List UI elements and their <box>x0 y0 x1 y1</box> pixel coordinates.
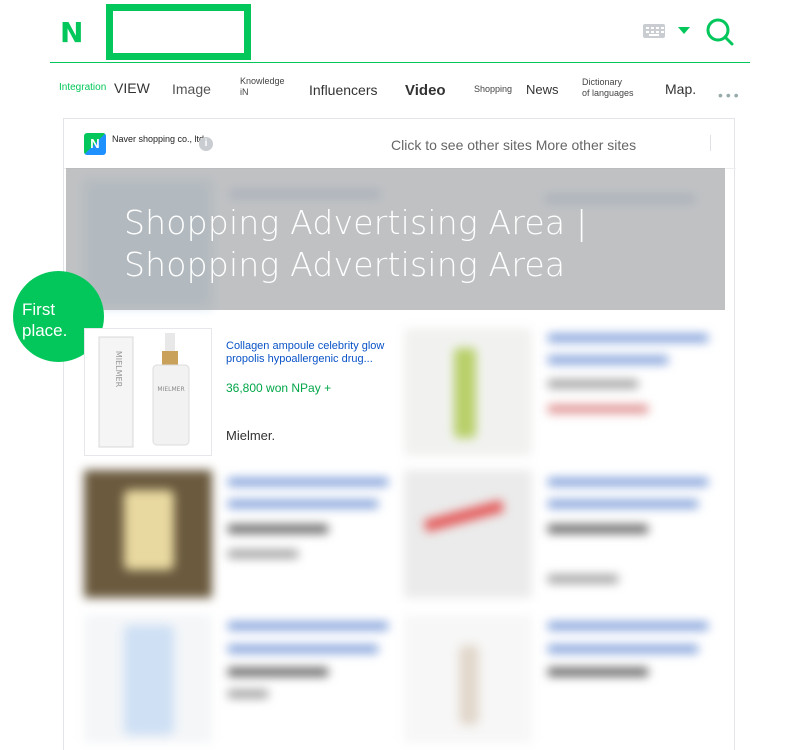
blurred-text <box>548 500 698 508</box>
blurred-product-image <box>404 470 532 598</box>
blurred-text <box>548 380 638 388</box>
ad-area-label: Shopping Advertising Area | Shopping Adv… <box>124 202 587 286</box>
ad-label-line-2: Shopping Advertising Area <box>124 245 566 284</box>
tab-dictionary[interactable]: Dictionary of languages <box>582 77 634 99</box>
header-divider <box>50 62 750 63</box>
brand-name: Naver shopping co., ltd <box>112 134 205 144</box>
more-icon[interactable]: ••• <box>718 87 742 103</box>
bottle-brand-text: MIELMER <box>157 386 184 393</box>
blurred-product-image <box>404 328 532 456</box>
product-image[interactable]: MIELMER MIELMER <box>84 328 212 456</box>
blurred-text <box>548 356 668 364</box>
search-tabs: Integration VIEW Image Knowledge iN Infl… <box>0 70 800 110</box>
naver-shopping-logo: N <box>84 133 106 155</box>
tab-image[interactable]: Image <box>172 81 211 97</box>
tab-map[interactable]: Map. <box>665 81 696 97</box>
other-sites-link[interactable]: Click to see other sites More other site… <box>391 137 636 153</box>
tab-view[interactable]: VIEW <box>114 80 150 96</box>
blurred-text <box>228 645 378 653</box>
tab-knowledge-in[interactable]: Knowledge iN <box>240 76 285 98</box>
tab-news[interactable]: News <box>526 82 559 97</box>
box-brand-text: MIELMER <box>114 351 123 388</box>
blurred-text <box>548 668 648 676</box>
tab-influencers[interactable]: Influencers <box>309 82 377 98</box>
blurred-product-image <box>404 615 532 743</box>
search-box[interactable] <box>106 4 251 60</box>
blurred-text <box>228 550 298 558</box>
tab-shopping[interactable]: Shopping <box>474 84 512 95</box>
blurred-text <box>548 334 708 342</box>
blurred-text <box>548 575 618 583</box>
product-seller[interactable]: Mielmer. <box>226 428 275 443</box>
ad-label-line-1: Shopping Advertising Area | <box>124 203 588 242</box>
naver-logo[interactable]: N <box>60 16 83 49</box>
keyboard-icon[interactable] <box>643 24 665 38</box>
tab-integration[interactable]: Integration <box>59 82 106 93</box>
divider <box>710 135 711 151</box>
product-title[interactable]: Collagen ampoule celebrity glow propolis… <box>226 340 391 366</box>
blurred-text <box>548 645 698 653</box>
search-input[interactable] <box>113 11 244 53</box>
blurred-text <box>228 500 378 508</box>
chevron-down-icon[interactable] <box>678 27 690 34</box>
blurred-text <box>548 405 648 413</box>
blurred-text <box>228 690 268 698</box>
blurred-text <box>228 525 328 533</box>
blurred-text <box>548 622 708 630</box>
card-header: N Naver shopping co., ltd i Click to see… <box>64 119 736 169</box>
blurred-product-image <box>84 470 212 598</box>
blurred-text <box>548 478 708 486</box>
product-price: 36,800 won NPay + <box>226 381 332 395</box>
info-icon[interactable]: i <box>199 137 213 151</box>
blurred-text <box>228 668 328 676</box>
shopping-ad-area[interactable]: Shopping Advertising Area | Shopping Adv… <box>66 168 725 310</box>
tab-video[interactable]: Video <box>405 82 446 99</box>
search-icon[interactable] <box>706 18 734 46</box>
blurred-product-image <box>84 615 212 743</box>
blurred-text <box>228 622 388 630</box>
product-illustration: MIELMER MIELMER <box>98 333 190 448</box>
blurred-text <box>548 525 648 533</box>
blurred-text <box>228 478 388 486</box>
